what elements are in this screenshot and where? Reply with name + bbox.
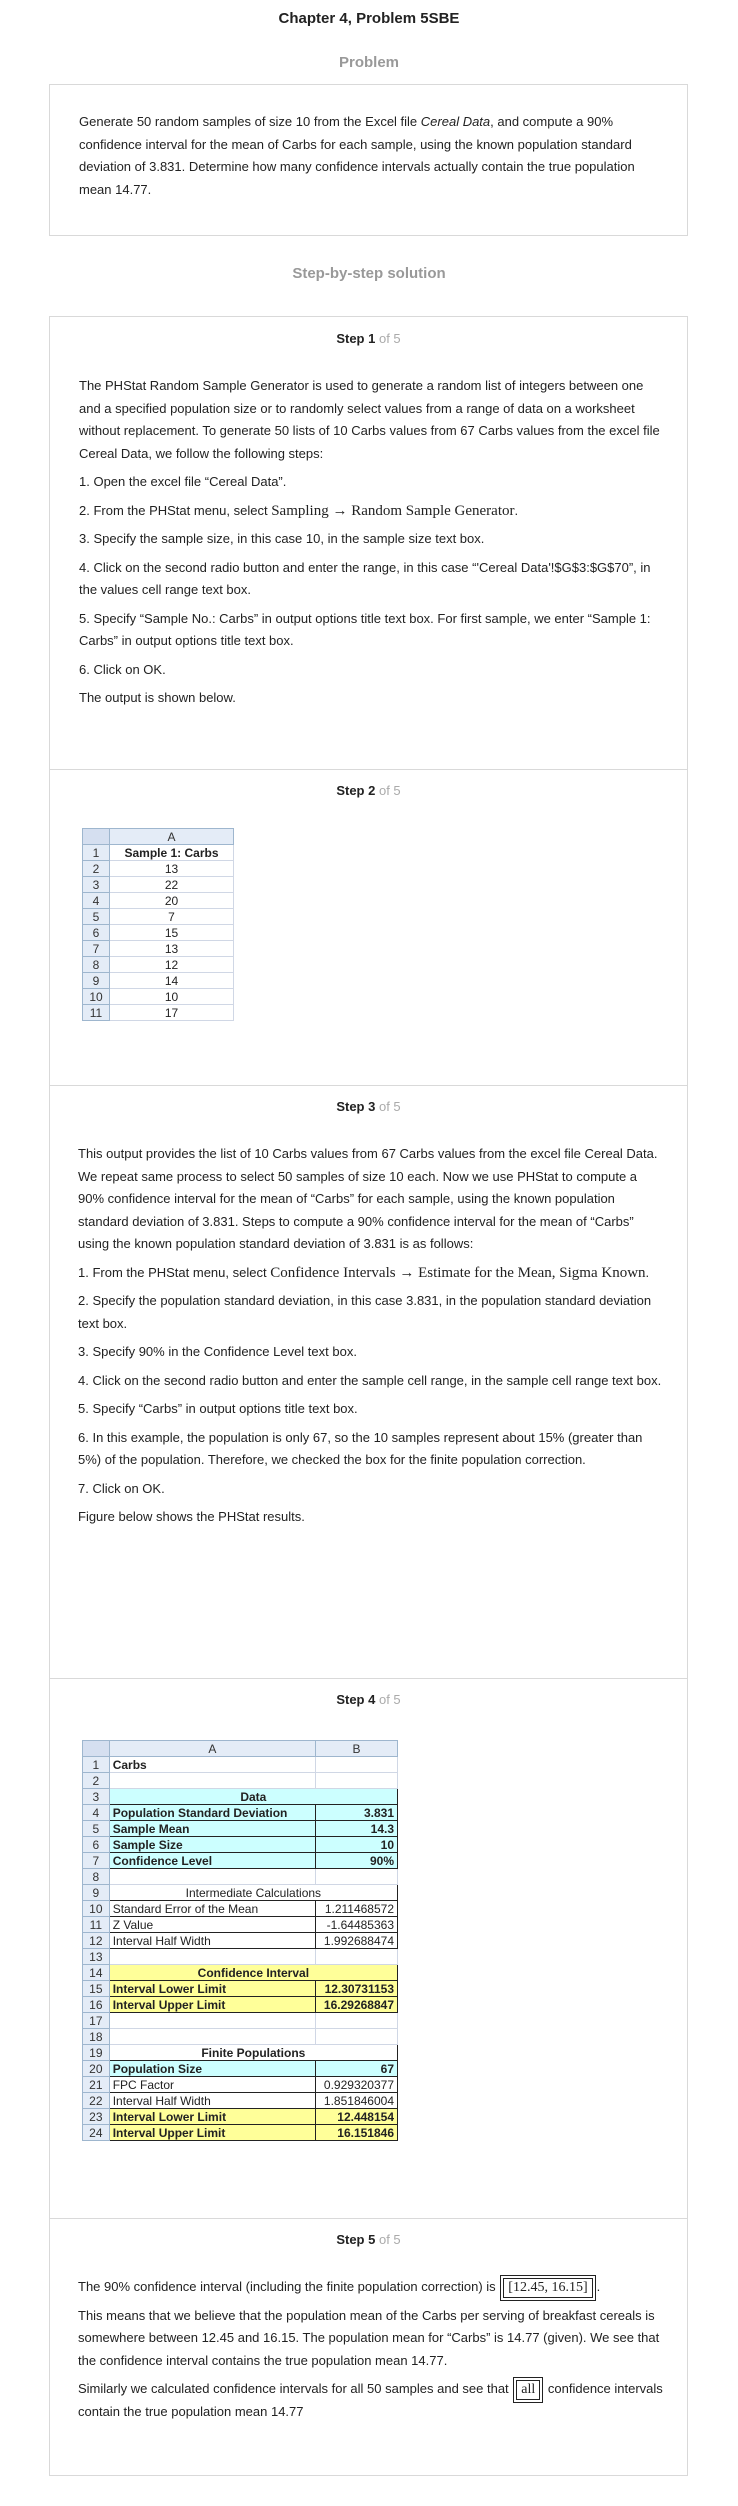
menu-path-confidence: Confidence Intervals → Estimate for the … xyxy=(270,1264,646,1281)
step-1-body: The PHStat Random Sample Generator is us… xyxy=(79,378,660,705)
step-3-body: This output provides the list of 10 Carb… xyxy=(78,1146,662,1524)
problem-heading: Problem xyxy=(338,54,399,71)
all-answer-box: all xyxy=(516,2380,541,2400)
step-3-heading: Step 3 of 5 xyxy=(336,1099,401,1114)
menu-path-sampling: Sampling → Random Sample Generator xyxy=(271,502,515,519)
phstat-results-spreadsheet: AB 1 Carbs 2 3 Data 4 Population Standard D… xyxy=(82,1740,399,2141)
step-4-heading: Step 4 of 5 xyxy=(336,1692,401,1707)
step-divider xyxy=(49,1678,688,1679)
step-divider xyxy=(49,2218,688,2219)
problem-box: Generate 50 random samples of size 10 fr… xyxy=(49,84,688,236)
step-1-heading: Step 1 of 5 xyxy=(336,331,401,346)
interval-answer-box: [12.45, 16.15] xyxy=(503,2278,593,2298)
step-5-heading: Step 5 of 5 xyxy=(336,2232,401,2247)
problem-text: Generate 50 random samples of size 10 fr… xyxy=(79,114,635,197)
step-5-body: The 90% confidence interval (including t… xyxy=(78,2278,663,2419)
step-divider xyxy=(49,769,688,770)
page-title: Chapter 4, Problem 5SBE xyxy=(278,10,460,27)
sample-spreadsheet: A 1 Sample 1: Carbs 2 13 3 22 4 20 57 6 15 71… xyxy=(82,828,234,1021)
step-2-heading: Step 2 of 5 xyxy=(336,783,401,798)
step-divider xyxy=(49,1085,688,1086)
solution-heading: Step-by-step solution xyxy=(292,265,446,282)
